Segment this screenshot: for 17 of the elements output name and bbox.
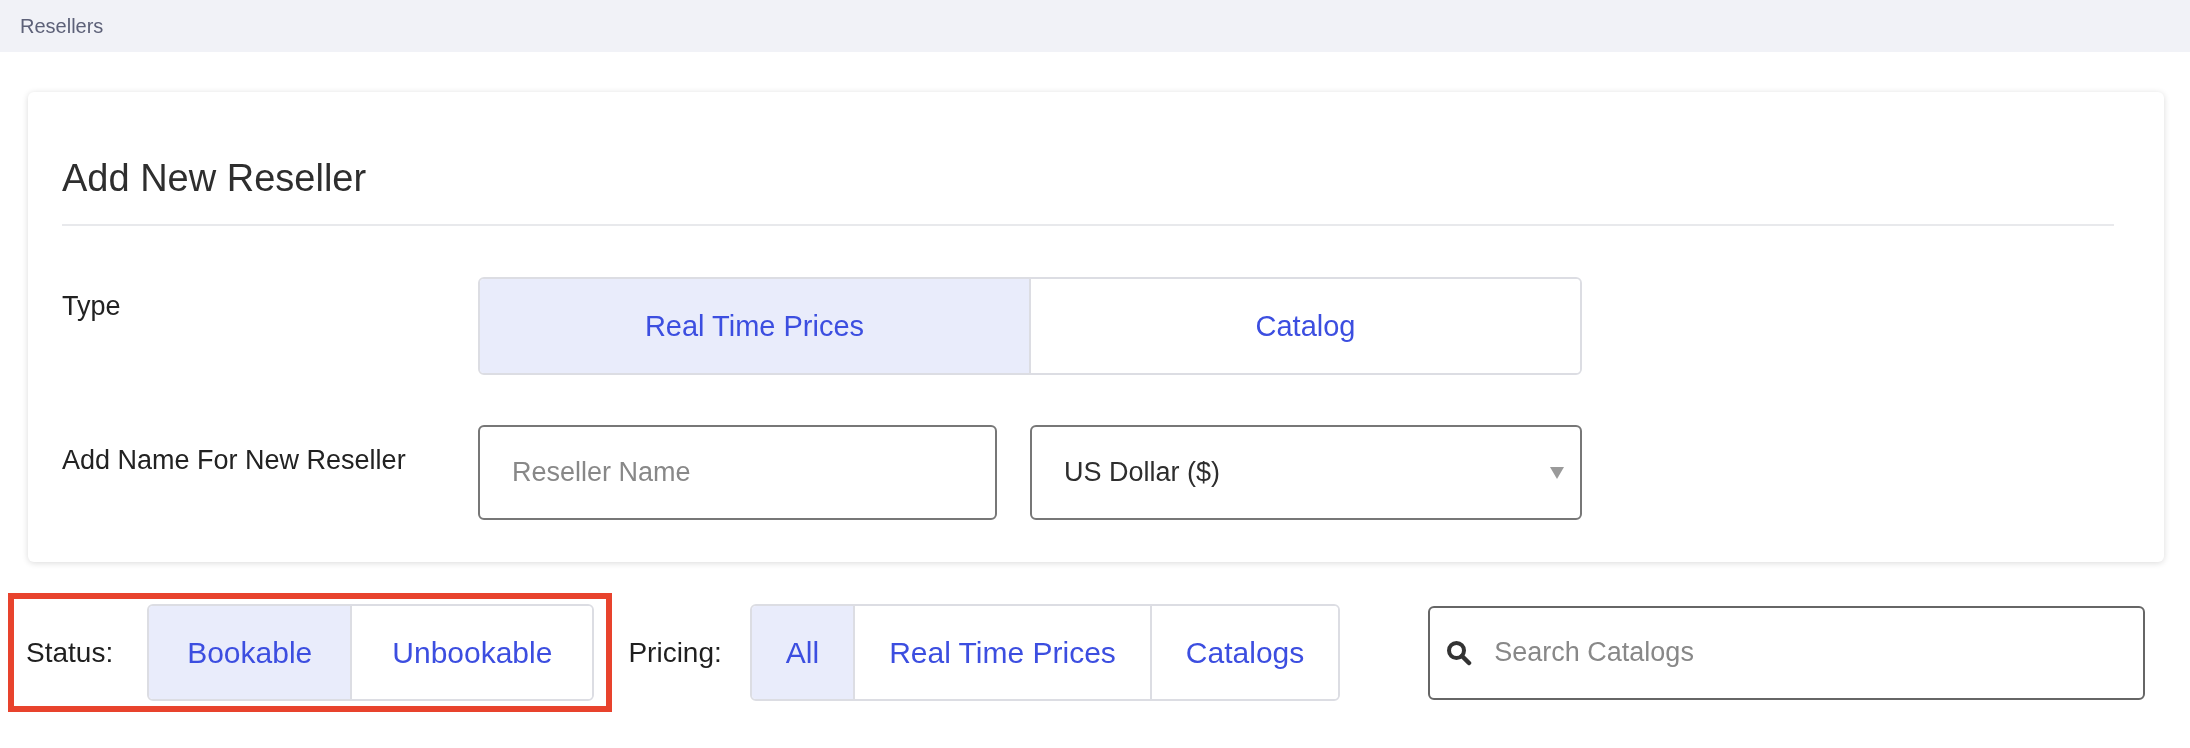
type-option[interactable]: Real Time Prices (480, 279, 1029, 373)
type-option[interactable]: Catalog (1029, 279, 1580, 373)
status-label: Status: (26, 636, 114, 669)
search-field[interactable]: Search Catalogs (1428, 605, 2146, 700)
pricing-option[interactable]: All (751, 606, 854, 699)
pricing-option[interactable]: Catalogs (1149, 606, 1339, 699)
name-label: Add Name For New Reseller (62, 444, 407, 476)
breadcrumb[interactable]: Resellers (20, 14, 104, 38)
caret-icon (1550, 466, 1564, 479)
reseller-name-field[interactable]: Reseller Name (478, 425, 997, 520)
form-title: Add New Reseller (62, 156, 368, 201)
type-label: Type (62, 290, 122, 323)
status-option[interactable]: Bookable (149, 606, 351, 699)
currency-select[interactable]: US Dollar ($) (1030, 425, 1582, 520)
search-icon (1446, 639, 1473, 666)
status-option[interactable]: Unbookable (350, 606, 593, 699)
pricing-label: Pricing: (628, 636, 722, 669)
